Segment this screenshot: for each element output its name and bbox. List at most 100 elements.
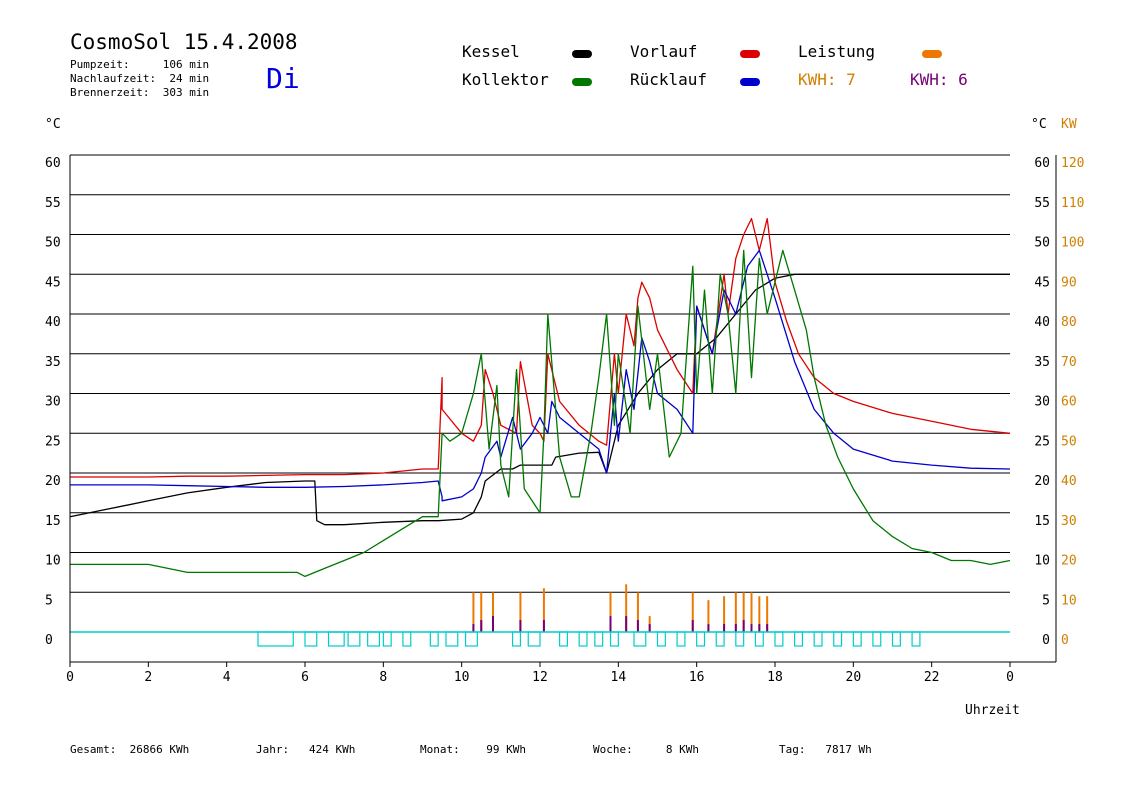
pump-interval-5 — [382, 631, 392, 647]
y2-tick-10: 10 — [1061, 593, 1077, 608]
legend-ruecklauf-swatch — [740, 78, 760, 86]
series-line-ruecklauf — [70, 249, 1011, 502]
pump-interval-7 — [429, 631, 439, 647]
y-tick-left-30: 30 — [45, 395, 61, 410]
y-tick-right-35: 35 — [1034, 355, 1050, 370]
y2-tick-70: 70 — [1061, 355, 1077, 370]
chart-title: CosmoSol 15.4.2008 — [70, 30, 298, 54]
axes — [69, 155, 1057, 667]
pump-interval-6 — [402, 631, 412, 647]
y-tick-right-10: 10 — [1034, 554, 1050, 569]
y-tick-left-50: 50 — [45, 236, 61, 251]
x-tick-8: 16 — [689, 670, 705, 685]
y-axis-label-kw: KW — [1061, 117, 1077, 132]
pump-interval-30 — [911, 631, 921, 647]
pump-interval-18 — [676, 631, 686, 647]
pump-interval-24 — [793, 631, 804, 647]
y-tick-right-25: 25 — [1034, 434, 1050, 449]
pump-interval-1 — [304, 631, 318, 647]
legend-kollektor-swatch — [572, 78, 592, 86]
x-tick-7: 14 — [611, 670, 627, 685]
series-lines — [69, 217, 1011, 632]
pump-interval-16 — [633, 631, 647, 647]
legend-kwh-orange: KWH: 7 — [798, 70, 856, 89]
legend-kollektor-label: Kollektor — [462, 70, 549, 89]
x-tick-1: 2 — [144, 670, 152, 685]
pump-interval-29 — [891, 631, 901, 647]
y-tick-left-40: 40 — [45, 315, 61, 330]
y2-tick-100: 100 — [1061, 236, 1084, 251]
legend-vorlauf-swatch — [740, 50, 760, 58]
legend-kessel-label: Kessel — [462, 42, 520, 61]
legend-kwh-purple: KWH: 6 — [910, 70, 968, 89]
pump-interval-21 — [735, 631, 745, 647]
y2-tick-60: 60 — [1061, 395, 1077, 410]
y-tick-left-55: 55 — [45, 196, 61, 211]
y-tick-left-0: 0 — [45, 633, 53, 648]
pump-interval-12 — [558, 631, 569, 647]
pump-interval-9 — [464, 631, 478, 647]
x-axis-label: Uhrzeit — [965, 703, 1020, 718]
x-tick-9: 18 — [767, 670, 783, 685]
y2-tick-110: 110 — [1061, 196, 1084, 211]
x-tick-0: 0 — [66, 670, 74, 685]
brennerzeit-label: Brennerzeit: 303 min — [70, 86, 210, 99]
pump-intervals — [70, 631, 1010, 647]
y-tick-right-15: 15 — [1034, 514, 1050, 529]
y-tick-right-55: 55 — [1034, 196, 1050, 211]
pump-interval-17 — [656, 631, 666, 647]
y2-tick-120: 120 — [1061, 156, 1084, 171]
pump-interval-20 — [715, 631, 725, 647]
pump-interval-13 — [578, 631, 588, 647]
tick-labels: 0 05 510 1015 1520 2025 2530 3035 3540 4045 4550 50… — [45, 117, 1084, 718]
stat-woche: Woche: 8 KWh — [593, 743, 699, 756]
pump-interval-28 — [872, 631, 882, 647]
y-tick-right-60: 60 — [1034, 156, 1050, 171]
x-tick-12: 0 — [1006, 670, 1014, 685]
y-tick-left-15: 15 — [45, 514, 61, 529]
x-tick-2: 4 — [223, 670, 231, 685]
y-tick-right-50: 50 — [1034, 236, 1050, 251]
pump-interval-23 — [774, 631, 784, 647]
y2-tick-80: 80 — [1061, 315, 1077, 330]
y-tick-left-5: 5 — [45, 593, 53, 608]
pump-interval-26 — [833, 631, 843, 647]
x-tick-5: 10 — [454, 670, 470, 685]
y-tick-left-25: 25 — [45, 434, 61, 449]
x-tick-6: 12 — [532, 670, 548, 685]
weekday-label: Di — [266, 62, 300, 95]
x-tick-10: 20 — [846, 670, 862, 685]
y-tick-right-0: 0 — [1042, 633, 1050, 648]
y-tick-left-10: 10 — [45, 554, 61, 569]
y2-tick-40: 40 — [1061, 474, 1077, 489]
series-line-kollektor — [70, 249, 1011, 578]
legend-leistung-label: Leistung — [798, 42, 876, 61]
y-axis-label-right: °C — [1031, 117, 1047, 132]
y-tick-left-20: 20 — [45, 474, 61, 489]
y2-tick-90: 90 — [1061, 275, 1077, 290]
pump-interval-4 — [367, 631, 381, 647]
pump-interval-25 — [813, 631, 823, 647]
y-tick-right-45: 45 — [1034, 275, 1050, 290]
series-line-vorlauf — [70, 217, 1011, 478]
pump-interval-14 — [594, 631, 604, 647]
pump-interval-27 — [852, 631, 862, 647]
stat-gesamt: Gesamt: 26866 KWh — [70, 743, 190, 756]
legend-leistung-swatch — [922, 50, 942, 58]
series-line-kessel — [69, 273, 1010, 526]
x-tick-3: 6 — [301, 670, 309, 685]
pumpzeit-label: Pumpzeit: 106 min — [70, 58, 210, 71]
y2-tick-50: 50 — [1061, 434, 1077, 449]
pump-interval-22 — [754, 631, 764, 647]
y-tick-right-40: 40 — [1034, 315, 1050, 330]
pump-interval-19 — [696, 631, 706, 647]
pump-interval-8 — [445, 631, 459, 647]
grid-lines — [70, 154, 1010, 593]
pump-interval-10 — [511, 631, 522, 647]
pump-interval-0 — [257, 631, 294, 647]
y-tick-right-5: 5 — [1042, 593, 1050, 608]
legend-vorlauf-label: Vorlauf — [630, 42, 698, 61]
stat-jahr: Jahr: 424 KWh — [256, 743, 356, 756]
y2-tick-20: 20 — [1061, 554, 1077, 569]
y-tick-left-60: 60 — [45, 156, 61, 171]
